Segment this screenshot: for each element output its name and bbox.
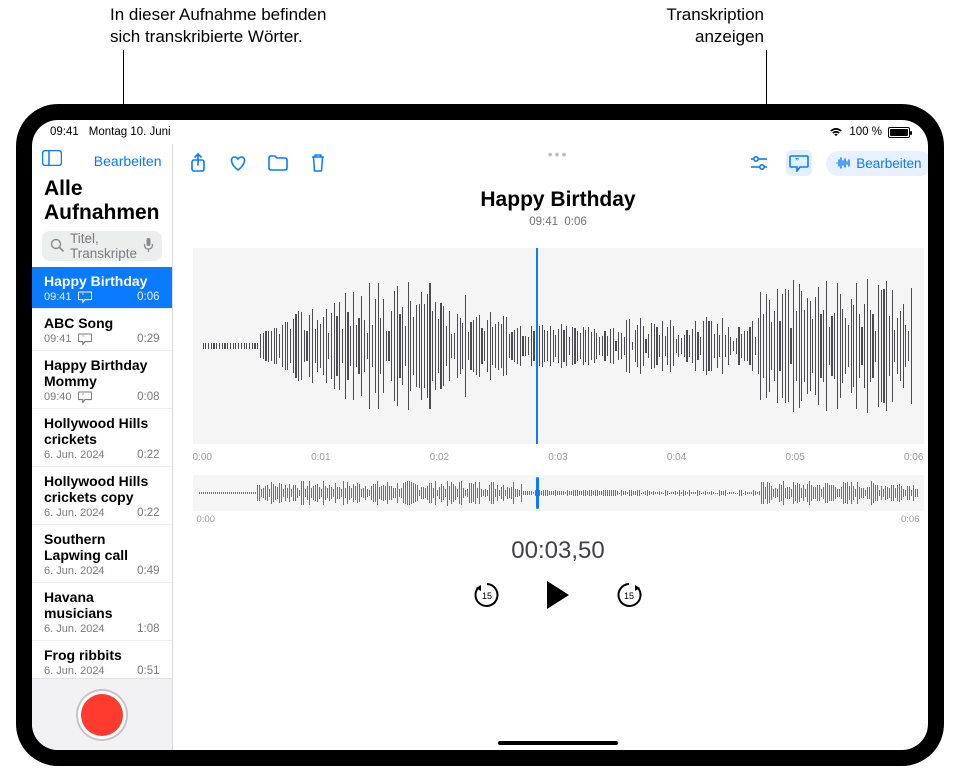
sidebar-toggle-icon[interactable] <box>42 150 62 171</box>
ipad-frame: 09:41 Montag 10. Juni 100 % Bearbeiten A… <box>16 104 944 766</box>
list-item-meta: 6. Jun. 2024 <box>44 665 105 677</box>
svg-text:”: ” <box>82 294 84 300</box>
waveform-large[interactable] <box>193 248 924 444</box>
list-item-meta: 6. Jun. 2024 <box>44 565 105 577</box>
search-input[interactable]: Titel, Transkripte <box>42 231 162 261</box>
list-item-meta: 6. Jun. 2024 <box>44 449 105 461</box>
list-item-title: Happy Birthday <box>44 273 160 289</box>
transcript-badge-icon: ” <box>78 391 92 403</box>
svg-text:”: ” <box>82 394 84 400</box>
wifi-icon <box>829 127 843 137</box>
sidebar-edit-button[interactable]: Bearbeiten <box>94 153 162 169</box>
playhead[interactable] <box>536 248 538 444</box>
sidebar: Bearbeiten Alle Aufnahmen Titel, Transkr… <box>32 144 173 750</box>
svg-text:”: ” <box>82 336 84 342</box>
transcript-badge-icon: ” <box>78 333 92 345</box>
edit-recording-button[interactable]: Bearbeiten <box>826 151 928 176</box>
status-time: 09:41 <box>50 126 79 138</box>
recording-list-item[interactable]: Southern Lapwing call 6. Jun. 2024 0:49 <box>32 525 172 583</box>
skip-forward-button[interactable]: 15 <box>613 579 645 611</box>
list-item-duration: 0:22 <box>137 449 159 461</box>
list-item-duration: 0:51 <box>137 665 159 677</box>
list-item-duration: 0:22 <box>137 507 159 519</box>
battery-icon <box>888 127 910 138</box>
list-item-meta: 09:41 <box>44 291 72 303</box>
list-item-meta: 09:40 <box>44 391 72 403</box>
home-indicator <box>498 741 618 745</box>
current-time: 00:03,50 <box>173 537 929 565</box>
sidebar-title: Alle Aufnahmen <box>32 177 172 231</box>
list-item-duration: 0:49 <box>137 565 159 577</box>
search-icon <box>50 238 64 255</box>
overview-playhead[interactable] <box>536 477 539 509</box>
list-item-duration: 0:08 <box>137 391 159 403</box>
list-item-duration: 0:29 <box>137 333 159 345</box>
delete-button[interactable] <box>305 150 331 176</box>
list-item-title: Hollywood Hills crickets copy <box>44 473 160 505</box>
list-item-title: Havana musicians <box>44 589 160 621</box>
waveform-overview[interactable]: 0:00 0:06 <box>193 475 924 511</box>
status-bar: 09:41 Montag 10. Juni 100 % <box>32 120 928 144</box>
play-button[interactable] <box>547 581 569 609</box>
callout-show-transcript: Transkription anzeigen <box>634 4 764 48</box>
main-panel: ••• ” Bearbeiten <box>173 144 929 750</box>
svg-text:15: 15 <box>482 591 492 601</box>
list-item-title: Happy Birthday Mommy <box>44 357 160 389</box>
recording-title: Happy Birthday <box>173 188 929 212</box>
record-button[interactable] <box>81 694 123 736</box>
list-item-title: ABC Song <box>44 315 160 331</box>
recording-list-item[interactable]: ABC Song 09:41 ” 0:29 <box>32 309 172 351</box>
list-item-title: Hollywood Hills crickets <box>44 415 160 447</box>
recording-list-item[interactable]: Havana musicians 6. Jun. 2024 1:08 <box>32 583 172 641</box>
recording-list-item[interactable]: Hollywood Hills crickets copy 6. Jun. 20… <box>32 467 172 525</box>
favorite-button[interactable] <box>225 150 251 176</box>
list-item-meta: 6. Jun. 2024 <box>44 507 105 519</box>
recording-list-item[interactable]: Hollywood Hills crickets 6. Jun. 2024 0:… <box>32 409 172 467</box>
overview-end-time: 0:06 <box>901 514 920 525</box>
callout-transcript-badge: In dieser Aufnahme befinden sich transkr… <box>110 4 350 48</box>
transcript-badge-icon: ” <box>78 291 92 303</box>
more-dots-icon[interactable]: ••• <box>548 146 569 162</box>
svg-text:”: ” <box>795 157 799 166</box>
list-item-duration: 1:08 <box>137 623 159 635</box>
edit-recording-label: Bearbeiten <box>856 156 921 171</box>
show-transcript-button[interactable]: ” <box>786 150 812 176</box>
list-item-duration: 0:06 <box>137 291 159 303</box>
recording-subtitle: 09:41 0:06 <box>173 216 929 228</box>
playback-settings-button[interactable] <box>746 150 772 176</box>
move-to-folder-button[interactable] <box>265 150 291 176</box>
recording-list-item[interactable]: Happy Birthday Mommy 09:40 ” 0:08 <box>32 351 172 409</box>
share-button[interactable] <box>185 150 211 176</box>
search-placeholder: Titel, Transkripte <box>70 231 143 261</box>
recording-list-item[interactable]: Happy Birthday 09:41 ” 0:06 <box>32 267 172 309</box>
list-item-meta: 6. Jun. 2024 <box>44 623 105 635</box>
status-battery-pct: 100 % <box>849 126 882 138</box>
overview-start-time: 0:00 <box>197 514 216 525</box>
skip-back-button[interactable]: 15 <box>471 579 503 611</box>
list-item-title: Frog ribbits <box>44 647 160 663</box>
svg-text:15: 15 <box>624 591 634 601</box>
list-item-title: Southern Lapwing call <box>44 531 160 563</box>
dictate-icon[interactable] <box>143 237 154 256</box>
status-date: Montag 10. Juni <box>89 126 171 138</box>
recording-list-item[interactable]: Frog ribbits 6. Jun. 2024 0:51 <box>32 641 172 678</box>
time-ruler: 0:000:010:020:030:040:050:06 <box>193 452 924 463</box>
list-item-meta: 09:41 <box>44 333 72 345</box>
